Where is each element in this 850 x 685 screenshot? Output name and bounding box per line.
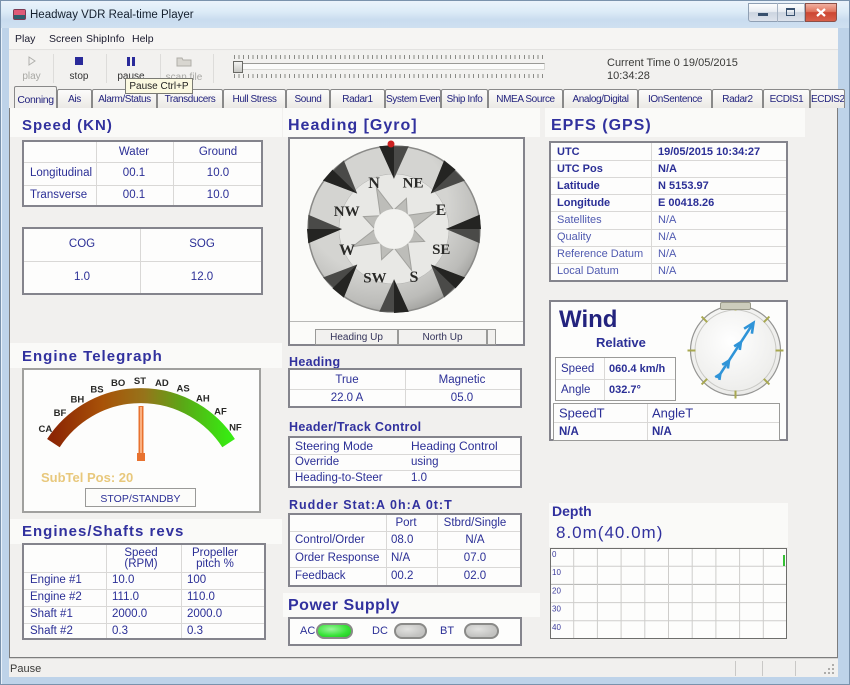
svg-text:AH: AH: [196, 393, 210, 404]
svg-text:30: 30: [552, 605, 561, 614]
svg-text:SE: SE: [432, 242, 450, 258]
svg-text:CA: CA: [38, 424, 52, 435]
svg-text:20: 20: [552, 586, 561, 595]
svg-text:0: 0: [552, 550, 557, 559]
svg-text:40: 40: [552, 623, 561, 632]
svg-text:BH: BH: [71, 394, 85, 405]
svg-text:SW: SW: [363, 270, 386, 286]
svg-text:ST: ST: [134, 376, 146, 387]
svg-text:10: 10: [552, 568, 561, 577]
svg-text:NE: NE: [403, 176, 424, 192]
svg-text:NF: NF: [229, 423, 242, 434]
svg-text:AS: AS: [176, 384, 189, 395]
svg-text:NW: NW: [334, 204, 360, 220]
svg-text:AF: AF: [214, 406, 227, 417]
svg-text:S: S: [409, 269, 418, 286]
svg-text:BO: BO: [111, 378, 125, 389]
svg-text:E: E: [436, 202, 447, 219]
svg-text:W: W: [339, 242, 355, 259]
svg-text:BS: BS: [90, 384, 103, 395]
svg-text:N: N: [368, 175, 380, 192]
svg-text:AD: AD: [155, 378, 169, 389]
svg-text:BF: BF: [54, 408, 67, 419]
